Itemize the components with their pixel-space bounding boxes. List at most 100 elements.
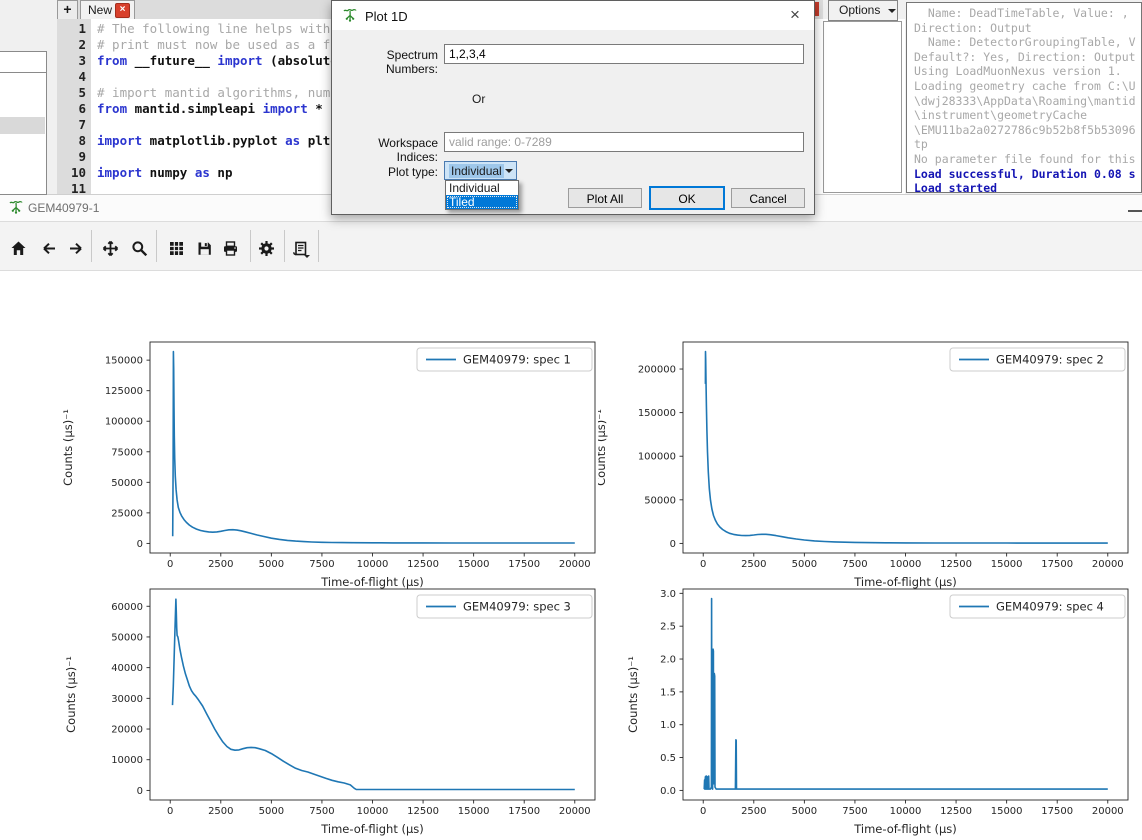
line-number: 3 <box>57 53 86 69</box>
svg-text:5000: 5000 <box>792 806 817 817</box>
tab-new[interactable]: New × <box>80 0 135 20</box>
customize-icon[interactable] <box>258 240 275 257</box>
svg-text:50000: 50000 <box>111 632 143 643</box>
or-label: Or <box>472 92 485 106</box>
dropdown-option-tiled[interactable]: Tiled <box>446 195 518 209</box>
svg-text:3.0: 3.0 <box>660 589 676 600</box>
svg-text:20000: 20000 <box>1092 806 1124 817</box>
svg-text:17500: 17500 <box>508 806 540 817</box>
line-number: 7 <box>57 117 86 133</box>
log-line: Default?: Yes, Direction: Output <box>914 50 1141 65</box>
y-axis-label: Counts (μs)⁻¹ <box>598 409 608 486</box>
script-generator-icon[interactable] <box>292 240 309 257</box>
figure-toolbar <box>0 222 1142 271</box>
svg-text:50000: 50000 <box>644 495 676 506</box>
log-line: Using LoadMuonNexus version 1. <box>914 64 1141 79</box>
y-axis-label: Counts (μs)⁻¹ <box>61 409 75 486</box>
left-dock-widget-header[interactable] <box>0 51 47 74</box>
log-line: Load successful, Duration 0.08 s <box>914 167 1141 182</box>
svg-text:125000: 125000 <box>105 386 143 397</box>
svg-text:0.5: 0.5 <box>660 753 676 764</box>
cancel-button[interactable]: Cancel <box>731 188 805 208</box>
options-button[interactable]: Options <box>828 0 898 21</box>
log-line: \instrument\geometryCache <box>914 108 1141 123</box>
code-text: # import mantid algorithms, numpy <box>97 85 353 101</box>
figure-window-title: GEM40979-1 <box>28 201 99 215</box>
messages-log-panel[interactable]: Name: DeadTimeTable, Value: , Direction:… <box>906 2 1142 193</box>
toolbar-separator <box>318 230 319 262</box>
svg-text:17500: 17500 <box>1041 806 1073 817</box>
dock-dash <box>1128 210 1142 212</box>
subplot-spec-2[interactable]: 0250050007500100001250015000175002000005… <box>598 320 1142 595</box>
chevron-down-icon <box>888 9 896 13</box>
line-number: 11 <box>57 181 86 194</box>
log-line: Direction: Output <box>914 21 1141 36</box>
subplot-spec-1[interactable]: 0250050007500100001250015000175002000002… <box>40 320 640 595</box>
svg-text:0: 0 <box>137 539 143 550</box>
list-item-selected[interactable] <box>0 117 45 134</box>
svg-text:15000: 15000 <box>991 806 1023 817</box>
svg-text:0: 0 <box>670 539 676 550</box>
ok-button[interactable]: OK <box>649 186 725 210</box>
series-line <box>704 599 1108 790</box>
new-tab-button[interactable]: + <box>57 0 78 20</box>
plot-type-dropdown: IndividualTiled <box>445 180 519 210</box>
code-text: from mantid.simpleapi import * <box>97 101 323 117</box>
home-icon[interactable] <box>10 240 27 257</box>
zoom-icon[interactable] <box>131 240 148 257</box>
svg-text:60000: 60000 <box>111 602 143 613</box>
mantid-icon <box>342 7 358 24</box>
svg-text:200000: 200000 <box>638 365 676 376</box>
code-text: # The following line helps with fu <box>97 21 353 37</box>
y-axis-label: Counts (μs)⁻¹ <box>64 656 78 733</box>
svg-text:1.0: 1.0 <box>660 720 676 731</box>
y-axis-label: Counts (μs)⁻¹ <box>626 656 640 733</box>
plot-all-button[interactable]: Plot All <box>568 188 642 208</box>
svg-text:0: 0 <box>700 806 706 817</box>
subplot-spec-3[interactable]: 0250050007500100001250015000175002000001… <box>40 567 640 840</box>
close-icon[interactable]: × <box>784 4 806 26</box>
svg-text:150000: 150000 <box>105 356 143 367</box>
series-line <box>705 352 1107 543</box>
toolbar-separator <box>156 230 157 262</box>
svg-text:12500: 12500 <box>407 806 439 817</box>
svg-text:0.0: 0.0 <box>660 786 676 797</box>
log-line: Name: DetectorGroupingTable, V <box>914 35 1141 50</box>
svg-text:40000: 40000 <box>111 663 143 674</box>
dialog-titlebar[interactable]: Plot 1D × <box>332 1 814 30</box>
svg-text:5000: 5000 <box>259 806 284 817</box>
series-line <box>173 352 575 543</box>
grid-icon[interactable] <box>168 240 185 257</box>
back-icon[interactable] <box>40 240 57 257</box>
log-line: No parameter file found for this <box>914 152 1141 167</box>
spectrum-numbers-input[interactable] <box>444 44 804 64</box>
chevron-down-icon <box>505 169 513 173</box>
code-text: from __future__ import (absolute_i <box>97 53 353 69</box>
forward-icon[interactable] <box>68 240 85 257</box>
line-number: 9 <box>57 149 86 165</box>
dropdown-option-individual[interactable]: Individual <box>446 181 518 195</box>
combobox-value: Individual <box>449 164 504 178</box>
mantid-icon <box>8 199 24 216</box>
toolbar-separator <box>250 230 251 262</box>
line-number: 4 <box>57 69 86 85</box>
log-line: tp <box>914 137 1141 152</box>
workspace-indices-input[interactable] <box>444 132 804 152</box>
plot-type-combobox[interactable]: Individual <box>444 161 517 180</box>
svg-text:15000: 15000 <box>458 806 490 817</box>
subplot-spec-4[interactable]: 025005000750010000125001500017500200000.… <box>598 567 1142 840</box>
series-line <box>173 599 575 789</box>
svg-text:100000: 100000 <box>638 452 676 463</box>
left-dock-widget-list[interactable] <box>0 72 47 195</box>
tab-close-icon[interactable]: × <box>115 3 130 18</box>
svg-text:0: 0 <box>167 806 173 817</box>
workspace-indices-label: Workspace Indices: <box>338 136 438 164</box>
tab-label: New <box>88 3 112 17</box>
svg-text:0: 0 <box>137 786 143 797</box>
log-line: Load started <box>914 181 1141 193</box>
save-icon[interactable] <box>196 240 213 257</box>
code-text: import matplotlib.pyplot as plt <box>97 133 330 149</box>
print-icon[interactable] <box>222 240 239 257</box>
pan-icon[interactable] <box>102 240 119 257</box>
plot1d-dialog: Plot 1D × Spectrum Numbers: Or Workspace… <box>331 0 815 215</box>
